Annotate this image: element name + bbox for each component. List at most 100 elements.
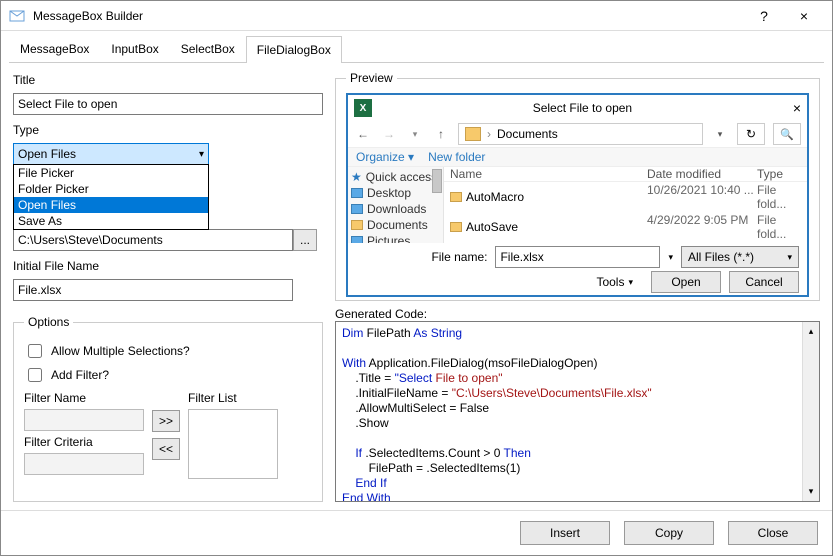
app-icon bbox=[9, 8, 25, 24]
dialog-footer: Insert Copy Close bbox=[1, 510, 832, 555]
nav-forward-icon[interactable]: → bbox=[380, 127, 398, 141]
folder-icon bbox=[351, 220, 363, 230]
type-combobox[interactable]: Open Files ▾ bbox=[13, 143, 209, 165]
tab-selectbox[interactable]: SelectBox bbox=[170, 35, 246, 62]
dialog-close-icon[interactable]: × bbox=[793, 100, 801, 116]
browse-button[interactable]: ... bbox=[293, 229, 317, 251]
initial-file-input[interactable] bbox=[13, 279, 293, 301]
col-name[interactable]: Name bbox=[444, 167, 647, 181]
close-dialog-button[interactable]: Close bbox=[728, 521, 818, 545]
side-downloads[interactable]: Downloads bbox=[367, 202, 426, 216]
type-option-openfiles[interactable]: Open Files bbox=[14, 197, 208, 213]
type-option-folderpicker[interactable]: Folder Picker bbox=[14, 181, 208, 197]
filter-add-button[interactable]: >> bbox=[152, 410, 180, 432]
folder-icon bbox=[351, 204, 363, 214]
generated-code-label: Generated Code: bbox=[335, 307, 820, 321]
options-group: Options Allow Multiple Selections? Add F… bbox=[13, 315, 323, 502]
filename-input[interactable] bbox=[495, 246, 660, 268]
close-button[interactable]: × bbox=[784, 8, 824, 24]
add-filter-checkbox[interactable]: Add Filter? bbox=[24, 365, 312, 385]
path-bar[interactable]: › Documents bbox=[458, 123, 703, 145]
tab-messagebox[interactable]: MessageBox bbox=[9, 35, 100, 62]
folder-icon bbox=[450, 192, 462, 202]
chevron-down-icon: ▾ bbox=[199, 149, 204, 160]
chevron-down-icon: ▾ bbox=[787, 252, 792, 263]
title-input[interactable] bbox=[13, 93, 323, 115]
titlebar: MessageBox Builder ? × bbox=[1, 1, 832, 31]
filter-list[interactable] bbox=[188, 409, 278, 479]
search-box[interactable]: 🔍 bbox=[773, 123, 801, 145]
side-pictures[interactable]: Pictures bbox=[367, 234, 410, 243]
tab-filedialogbox[interactable]: FileDialogBox bbox=[246, 36, 342, 63]
side-documents[interactable]: Documents bbox=[367, 218, 428, 232]
folder-icon bbox=[351, 236, 363, 243]
cancel-button[interactable]: Cancel bbox=[729, 271, 799, 293]
folder-icon bbox=[465, 127, 481, 141]
type-label: Type bbox=[13, 123, 323, 137]
generated-code-section: Generated Code: Dim FilePath As String W… bbox=[335, 307, 820, 502]
chevron-down-icon[interactable]: ▾ bbox=[406, 129, 424, 140]
scrollbar-thumb[interactable] bbox=[432, 169, 442, 193]
type-combobox-value: Open Files bbox=[18, 147, 76, 161]
tab-inputbox[interactable]: InputBox bbox=[100, 35, 169, 62]
side-quickaccess[interactable]: Quick access bbox=[366, 170, 437, 184]
type-option-saveas[interactable]: Save As bbox=[14, 213, 208, 229]
dialog-title: Select File to open bbox=[372, 101, 793, 115]
allow-multi-checkbox[interactable]: Allow Multiple Selections? bbox=[24, 341, 312, 361]
chevron-down-icon[interactable]: ▾ bbox=[668, 252, 673, 263]
copy-button[interactable]: Copy bbox=[624, 521, 714, 545]
left-pane: Title Type Open Files ▾ File Picker Fold… bbox=[13, 71, 323, 502]
title-label: Title bbox=[13, 73, 323, 87]
col-type[interactable]: Type bbox=[757, 167, 807, 181]
tabstrip: MessageBox InputBox SelectBox FileDialog… bbox=[9, 35, 824, 63]
filter-name-label: Filter Name bbox=[24, 391, 144, 405]
insert-button[interactable]: Insert bbox=[520, 521, 610, 545]
nav-up-icon[interactable]: ↑ bbox=[432, 127, 450, 141]
filter-criteria-label: Filter Criteria bbox=[24, 435, 144, 449]
open-button[interactable]: Open bbox=[651, 271, 721, 293]
filters-area: Filter Name Filter Criteria >> << Filter… bbox=[24, 391, 312, 479]
preview-group: Preview X Select File to open × ← → ▾ ↑ bbox=[335, 71, 820, 301]
filter-list-label: Filter List bbox=[188, 391, 278, 405]
search-icon: 🔍 bbox=[780, 128, 794, 141]
window-title: MessageBox Builder bbox=[33, 9, 744, 23]
preview-dialog: X Select File to open × ← → ▾ ↑ › bbox=[346, 93, 809, 297]
star-icon: ★ bbox=[351, 170, 362, 184]
filter-remove-button[interactable]: << bbox=[152, 438, 180, 460]
tools-menu[interactable]: Tools▾ bbox=[596, 275, 633, 289]
side-pane: ★ Quick access Desktop Downloads Document… bbox=[348, 167, 444, 243]
chevron-down-icon[interactable]: ▾ bbox=[711, 129, 729, 140]
folder-icon bbox=[351, 188, 363, 198]
filename-label: File name: bbox=[415, 250, 487, 264]
organize-menu[interactable]: Organize ▾ bbox=[356, 150, 414, 164]
refresh-icon[interactable]: ↻ bbox=[737, 123, 765, 145]
filter-criteria-input[interactable] bbox=[24, 453, 144, 475]
options-legend: Options bbox=[24, 315, 73, 329]
initial-folder-input[interactable] bbox=[13, 229, 293, 251]
type-dropdown: File Picker Folder Picker Open Files Sav… bbox=[13, 164, 209, 230]
excel-icon: X bbox=[354, 99, 372, 117]
help-button[interactable]: ? bbox=[744, 8, 784, 24]
nav-back-icon[interactable]: ← bbox=[354, 127, 372, 141]
new-folder-button[interactable]: New folder bbox=[428, 150, 485, 164]
preview-legend: Preview bbox=[346, 71, 397, 85]
path-text: Documents bbox=[497, 127, 558, 141]
filetype-combobox[interactable]: All Files (*.*)▾ bbox=[681, 246, 799, 268]
app-window: MessageBox Builder ? × MessageBox InputB… bbox=[0, 0, 833, 556]
scroll-up-icon[interactable]: ▴ bbox=[809, 322, 814, 341]
right-pane: Preview X Select File to open × ← → ▾ ↑ bbox=[335, 71, 820, 502]
col-date[interactable]: Date modified bbox=[647, 167, 757, 181]
filter-name-input[interactable] bbox=[24, 409, 144, 431]
list-item[interactable]: AutoMacro10/26/2021 10:40 ...File fold..… bbox=[444, 182, 807, 212]
generated-code-textbox[interactable]: Dim FilePath As String With Application.… bbox=[335, 321, 820, 502]
code-scrollbar[interactable]: ▴▾ bbox=[802, 322, 819, 501]
folder-icon bbox=[450, 222, 462, 232]
file-list: Name Date modified Type AutoMacro10/26/2… bbox=[444, 167, 807, 243]
side-desktop[interactable]: Desktop bbox=[367, 186, 411, 200]
path-caret: › bbox=[487, 127, 491, 141]
type-option-filepicker[interactable]: File Picker bbox=[14, 165, 208, 181]
chevron-down-icon: ▾ bbox=[628, 277, 633, 288]
list-item[interactable]: AutoSave4/29/2022 9:05 PMFile fold... bbox=[444, 212, 807, 242]
content: Title Type Open Files ▾ File Picker Fold… bbox=[1, 63, 832, 510]
scroll-down-icon[interactable]: ▾ bbox=[809, 482, 814, 501]
